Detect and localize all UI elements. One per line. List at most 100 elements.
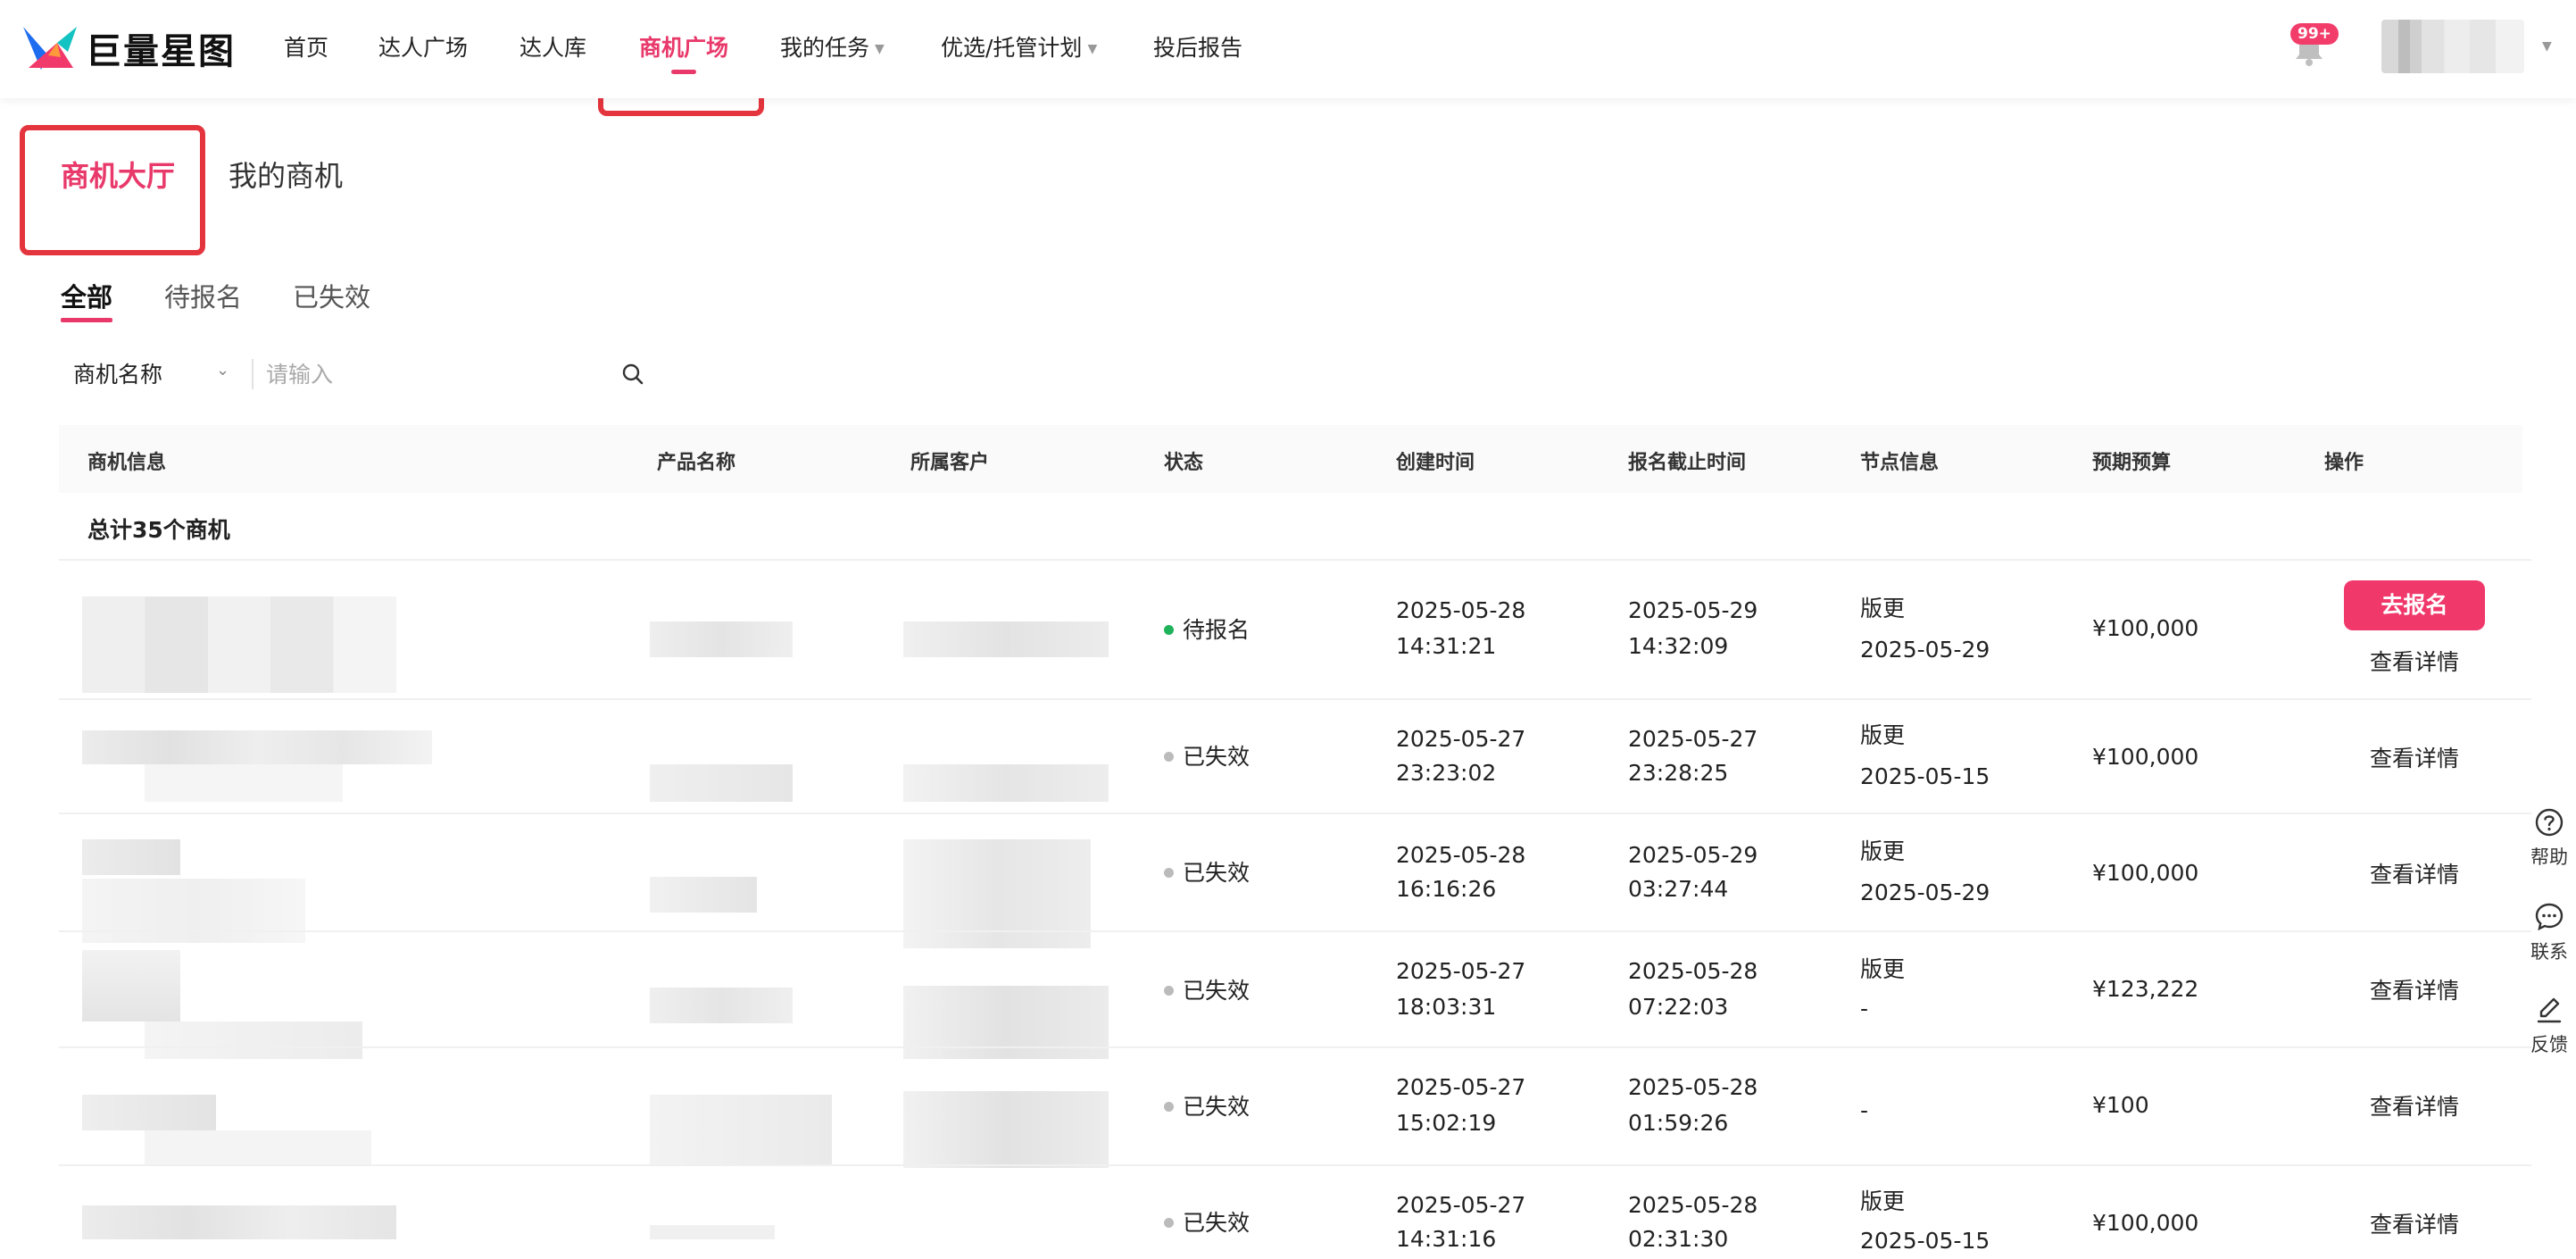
view-details-link[interactable]: 查看详情: [2344, 1207, 2485, 1239]
created-date: 2025-05-27: [1396, 1074, 1526, 1100]
nav-label: 达人库: [519, 35, 587, 61]
row-divider: [59, 559, 2531, 561]
created-date: 2025-05-28: [1396, 842, 1526, 868]
caret-down-icon[interactable]: ▼: [2542, 39, 2552, 54]
nav-creator-library[interactable]: 达人库: [519, 0, 586, 98]
side-contact[interactable]: 联系: [2522, 902, 2576, 964]
column-header: 报名截止时间: [1628, 452, 1747, 474]
blurred-product-name: [650, 988, 793, 1023]
nav-home[interactable]: 首页: [284, 0, 328, 98]
blurred-product-name: [650, 621, 793, 657]
budget: ¥100: [2092, 1092, 2149, 1118]
row-divider: [59, 1046, 2531, 1048]
search-icon[interactable]: [621, 363, 644, 386]
subtab-pending[interactable]: 待报名: [164, 277, 242, 314]
brand-name: 巨量星图: [86, 31, 236, 72]
user-avatar[interactable]: [2381, 20, 2524, 73]
subtab-all[interactable]: 全部: [61, 277, 112, 314]
column-header: 状态: [1164, 452, 1204, 474]
top-navigation-bar: 巨量星图 首页 达人广场 达人库 商机广场 我的任务 ▼ 优选/托管计划 ▼ 投后报…: [0, 0, 2576, 98]
nav-label: 优选/托管计划: [941, 35, 1083, 61]
side-label: 帮助: [2530, 846, 2568, 868]
nav-label: 首页: [284, 35, 329, 61]
blurred-product-name: [650, 1095, 832, 1166]
view-details-link[interactable]: 查看详情: [2344, 1089, 2485, 1121]
created-time: 14:31:16: [1396, 1226, 1497, 1252]
status-dot-icon: [1164, 985, 1174, 996]
budget: ¥100,000: [2092, 860, 2199, 886]
deadline-time: 23:28:25: [1628, 760, 1729, 786]
node-date: 2025-05-29: [1860, 880, 1990, 905]
status-dot-icon: [1164, 624, 1174, 635]
deadline-time: 01:59:26: [1628, 1110, 1729, 1136]
node-date: 2025-05-29: [1860, 637, 1990, 663]
created-time: 23:23:02: [1396, 760, 1497, 786]
status-text: 已失效: [1183, 1210, 1251, 1236]
node-date: -: [1860, 996, 1869, 1021]
nav-opportunity-square[interactable]: 商机广场: [639, 0, 728, 98]
status-dot-icon: [1164, 751, 1174, 762]
blurred-product-name: [650, 877, 757, 913]
tab-my-opportunities[interactable]: 我的商机: [229, 154, 343, 195]
view-details-link[interactable]: 查看详情: [2344, 645, 2485, 677]
status-badge: 待报名: [1164, 613, 1250, 645]
view-details-link[interactable]: 查看详情: [2344, 857, 2485, 889]
status-badge: 已失效: [1164, 855, 1250, 888]
column-header: 节点信息: [1860, 452, 1940, 474]
blurred-opportunity-info: [145, 764, 343, 802]
highlight-box-tab: [20, 125, 205, 255]
side-feedback[interactable]: 反馈: [2522, 995, 2576, 1057]
status-badge: 已失效: [1164, 1089, 1250, 1121]
nav-label: 达人广场: [378, 35, 469, 61]
node-date: 2025-05-15: [1860, 763, 1990, 789]
nav-label: 投后报告: [1153, 35, 1243, 61]
view-details-link[interactable]: 查看详情: [2344, 973, 2485, 1005]
brand-logo[interactable]: 巨量星图: [21, 23, 236, 73]
nav-label: 商机广场: [639, 35, 729, 61]
budget: ¥100,000: [2092, 615, 2199, 641]
filter-field-label: 商机名称: [73, 362, 163, 388]
filter-field-select[interactable]: 商机名称 ⌄: [73, 357, 229, 389]
deadline-date: 2025-05-28: [1628, 1074, 1758, 1100]
status-text: 已失效: [1183, 978, 1251, 1004]
side-label: 反馈: [2530, 1034, 2568, 1055]
total-count: 总计35个商机: [87, 517, 230, 543]
blurred-customer: [903, 1091, 1109, 1168]
search-input[interactable]: [264, 355, 607, 393]
budget: ¥100,000: [2092, 1210, 2199, 1236]
node-date: 2025-05-15: [1860, 1228, 1990, 1254]
nav-my-tasks[interactable]: 我的任务 ▼: [780, 0, 885, 98]
budget: ¥123,222: [2092, 976, 2199, 1002]
nav-post-report[interactable]: 投后报告: [1153, 0, 1242, 98]
side-help[interactable]: 帮助: [2522, 807, 2576, 870]
subtab-expired[interactable]: 已失效: [293, 277, 370, 314]
blurred-opportunity-info: [82, 950, 180, 1021]
notification-badge: 99+: [2290, 23, 2339, 45]
created-time: 18:03:31: [1396, 994, 1497, 1020]
status-text: 已失效: [1183, 1094, 1251, 1120]
view-details-link[interactable]: 查看详情: [2344, 741, 2485, 773]
status-badge: 已失效: [1164, 739, 1250, 771]
created-time: 14:31:21: [1396, 633, 1497, 659]
created-date: 2025-05-27: [1396, 958, 1526, 984]
status-text: 已失效: [1183, 860, 1251, 886]
row-divider: [59, 930, 2531, 932]
sign-up-button[interactable]: 去报名: [2344, 580, 2485, 630]
nav-creator-square[interactable]: 达人广场: [378, 0, 468, 98]
row-divider: [59, 698, 2531, 700]
column-header: 产品名称: [657, 452, 736, 474]
blurred-opportunity-info: [82, 1095, 216, 1130]
status-badge: 已失效: [1164, 973, 1250, 1005]
blurred-opportunity-info: [145, 1021, 362, 1059]
blurred-opportunity-info: [82, 1205, 396, 1239]
created-date: 2025-05-27: [1396, 726, 1526, 752]
chevron-down-icon: ⌄: [216, 361, 230, 379]
column-header: 商机信息: [87, 452, 167, 474]
node-title: 版更: [1860, 838, 1906, 864]
node-title: 版更: [1860, 722, 1906, 748]
edit-icon: [2537, 997, 2562, 1023]
subtab-active-indicator: [61, 318, 112, 322]
blurred-opportunity-info: [145, 1130, 371, 1166]
nav-plans[interactable]: 优选/托管计划 ▼: [941, 0, 1097, 98]
column-header: 预期预算: [2092, 452, 2172, 474]
